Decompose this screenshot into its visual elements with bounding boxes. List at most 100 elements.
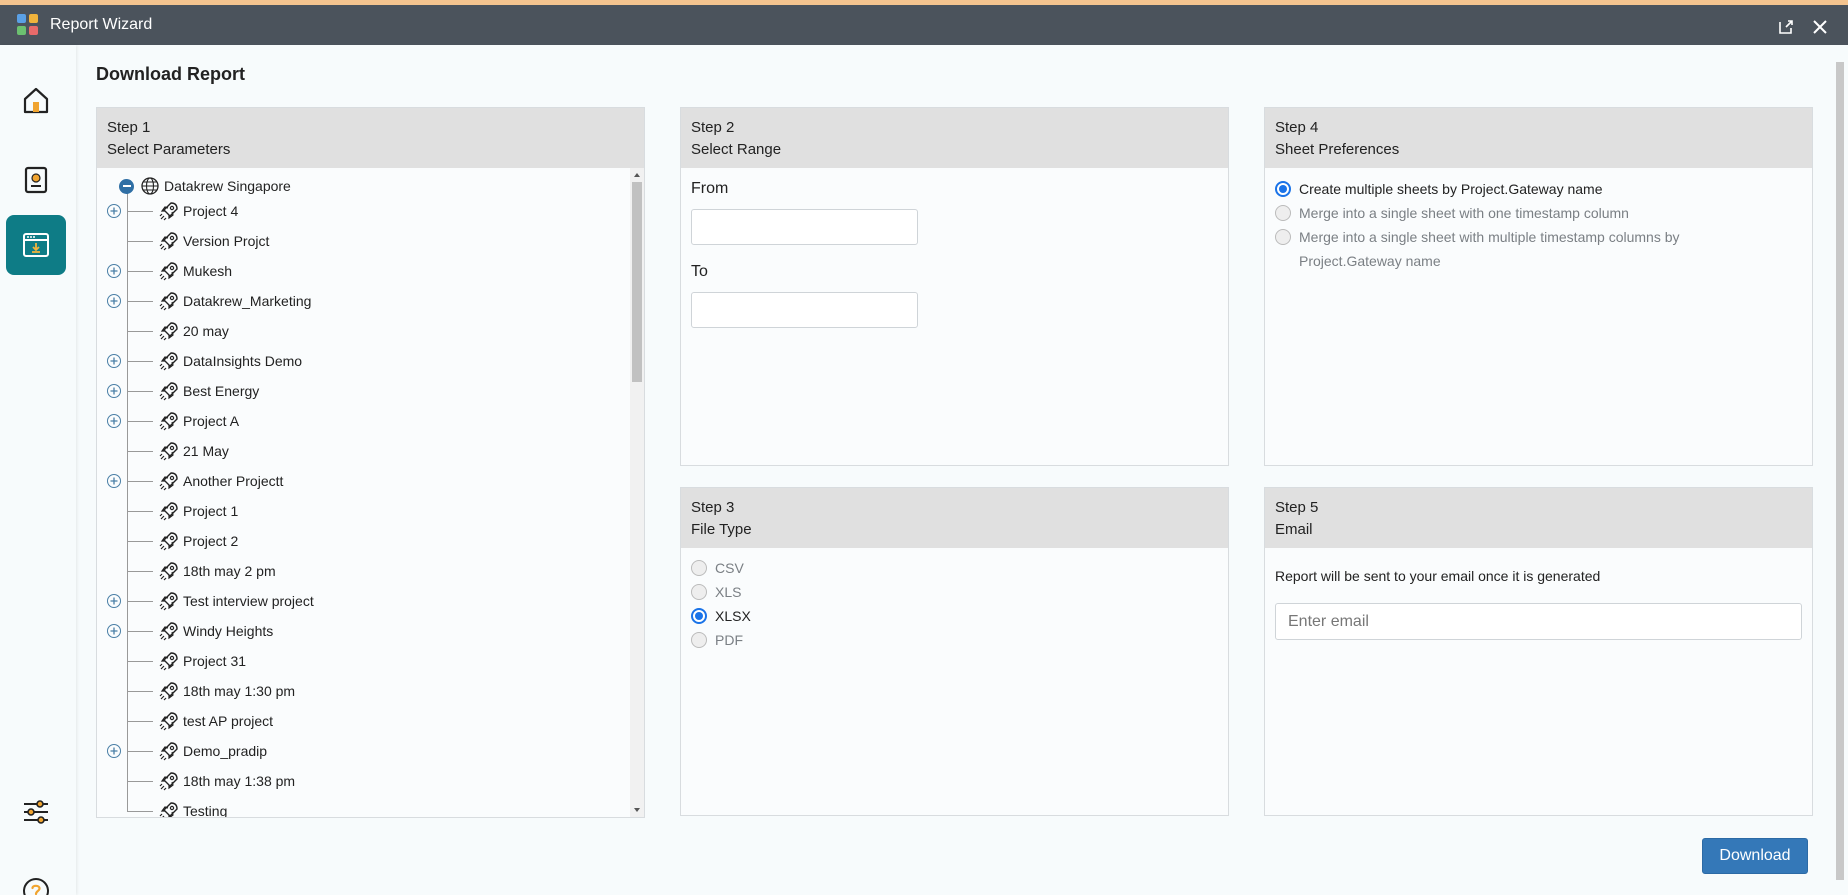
expand-icon[interactable] — [107, 414, 121, 428]
expand-icon[interactable] — [107, 264, 121, 278]
tree-item[interactable]: Project A — [107, 411, 240, 431]
expand-icon[interactable] — [107, 294, 121, 308]
step3-header: Step 3 File Type — [681, 488, 1228, 548]
radio-button[interactable] — [1275, 229, 1291, 245]
expand-icon[interactable] — [107, 624, 121, 638]
expand-icon[interactable] — [107, 594, 121, 608]
tree-item[interactable]: Testing — [127, 801, 227, 817]
nav-download-report[interactable] — [6, 215, 66, 275]
download-button[interactable]: Download — [1702, 838, 1808, 874]
close-icon — [1813, 20, 1827, 34]
sidebar — [0, 45, 76, 895]
tree-item[interactable]: 21 May — [127, 441, 229, 461]
tree-scrollbar[interactable] — [630, 168, 644, 817]
step1-subtitle: Select Parameters — [107, 141, 231, 158]
expand-icon[interactable] — [107, 204, 121, 218]
radio-label: XLS — [715, 584, 742, 600]
step3-option[interactable]: XLSX — [691, 604, 751, 628]
tree-item[interactable]: 18th may 1:38 pm — [127, 771, 295, 791]
radio-button[interactable] — [691, 608, 707, 624]
radio-button[interactable] — [1275, 181, 1291, 197]
expand-icon[interactable] — [107, 384, 121, 398]
radio-label: Merge into a single sheet with multiple … — [1299, 229, 1680, 269]
tree-item[interactable]: Project 31 — [127, 651, 246, 671]
tree-item-label: 21 May — [183, 443, 229, 459]
step1-panel: Step 1 Select Parameters Datakrew Singap… — [96, 107, 645, 818]
scroll-up-icon[interactable] — [630, 170, 644, 180]
radio-button[interactable] — [691, 584, 707, 600]
rocket-icon — [159, 322, 178, 341]
scroll-down-icon[interactable] — [630, 805, 644, 815]
tree-item[interactable]: Demo_pradip — [107, 741, 268, 761]
tree-item[interactable]: Version Projct — [127, 231, 269, 251]
tree-item[interactable]: Datakrew_Marketing — [107, 291, 311, 311]
rocket-icon — [159, 772, 178, 791]
nav-help[interactable] — [6, 861, 66, 895]
tree-branch-line — [127, 270, 153, 272]
nav-home[interactable] — [6, 70, 66, 130]
step4-title: Step 4 — [1275, 119, 1319, 136]
radio-label: Create multiple sheets by Project.Gatewa… — [1299, 181, 1603, 197]
expand-icon[interactable] — [107, 354, 121, 368]
from-date-input[interactable] — [691, 209, 918, 245]
download-window-icon — [23, 233, 49, 257]
step4-option[interactable]: Merge into a single sheet with one times… — [1275, 201, 1735, 225]
close-button[interactable] — [1808, 15, 1832, 39]
expand-icon[interactable] — [107, 474, 121, 488]
popout-icon — [1779, 20, 1793, 34]
tree-item[interactable]: Project 1 — [127, 501, 238, 521]
tree-item-label: Testing — [183, 803, 228, 817]
rocket-icon — [159, 622, 178, 641]
tree-item-label: Project 4 — [183, 203, 239, 219]
to-date-input[interactable] — [691, 292, 918, 328]
tree-item[interactable]: Another Projectt — [107, 471, 283, 491]
radio-button[interactable] — [691, 560, 707, 576]
tree-item-label: Project 2 — [183, 533, 239, 549]
report-icon — [24, 166, 48, 194]
tree-item-label: Mukesh — [183, 263, 233, 279]
tree-item-label: Project A — [183, 413, 240, 429]
step3-option[interactable]: XLS — [691, 580, 741, 604]
popout-button[interactable] — [1774, 15, 1798, 39]
tree-item[interactable]: Test interview project — [107, 591, 314, 611]
sliders-icon — [24, 800, 48, 824]
tree-item[interactable]: Mukesh — [107, 261, 233, 281]
tree-item[interactable]: DataInsights Demo — [107, 351, 302, 371]
step3-option[interactable]: PDF — [691, 628, 743, 652]
tree-root[interactable]: Datakrew Singapore — [119, 176, 291, 196]
tree-item[interactable]: Project 4 — [107, 201, 239, 221]
step1-header: Step 1 Select Parameters — [97, 108, 644, 168]
rocket-icon — [159, 382, 178, 401]
nav-reports[interactable] — [6, 150, 66, 210]
rocket-icon — [159, 652, 178, 671]
nav-settings[interactable] — [6, 782, 66, 842]
tree-branch-line — [127, 780, 153, 782]
radio-button[interactable] — [1275, 205, 1291, 221]
tree-branch-line — [127, 360, 153, 362]
tree-item[interactable]: Project 2 — [127, 531, 238, 551]
tree-item[interactable]: 20 may — [127, 321, 229, 341]
page-scroll-thumb[interactable] — [1836, 62, 1844, 880]
tree-item[interactable]: Best Energy — [107, 381, 259, 401]
tree-item[interactable]: 18th may 1:30 pm — [127, 681, 295, 701]
email-input[interactable] — [1275, 603, 1802, 640]
step3-option[interactable]: CSV — [691, 556, 744, 580]
parameter-tree: Datakrew Singapore Project 4 Version Proj… — [97, 168, 630, 817]
step3-subtitle: File Type — [691, 521, 752, 538]
tree-item-label: Project 31 — [183, 653, 247, 669]
tree-item[interactable]: test AP project — [127, 711, 273, 731]
collapse-icon[interactable] — [119, 178, 134, 194]
expand-icon[interactable] — [107, 744, 121, 758]
step4-option[interactable]: Merge into a single sheet with multiple … — [1275, 225, 1735, 273]
radio-button[interactable] — [691, 632, 707, 648]
step3-title: Step 3 — [691, 499, 735, 516]
tree-branch-line — [127, 690, 153, 692]
tree-scroll-thumb[interactable] — [632, 182, 642, 382]
page-scrollbar[interactable] — [1834, 52, 1846, 890]
tree-item[interactable]: 18th may 2 pm — [127, 561, 276, 581]
step4-option[interactable]: Create multiple sheets by Project.Gatewa… — [1275, 177, 1735, 201]
step1-body: Datakrew Singapore Project 4 Version Proj… — [97, 168, 644, 817]
tree-item[interactable]: Windy Heights — [107, 621, 273, 641]
tree-item-label: Demo_pradip — [183, 743, 268, 759]
rocket-icon — [159, 682, 178, 701]
